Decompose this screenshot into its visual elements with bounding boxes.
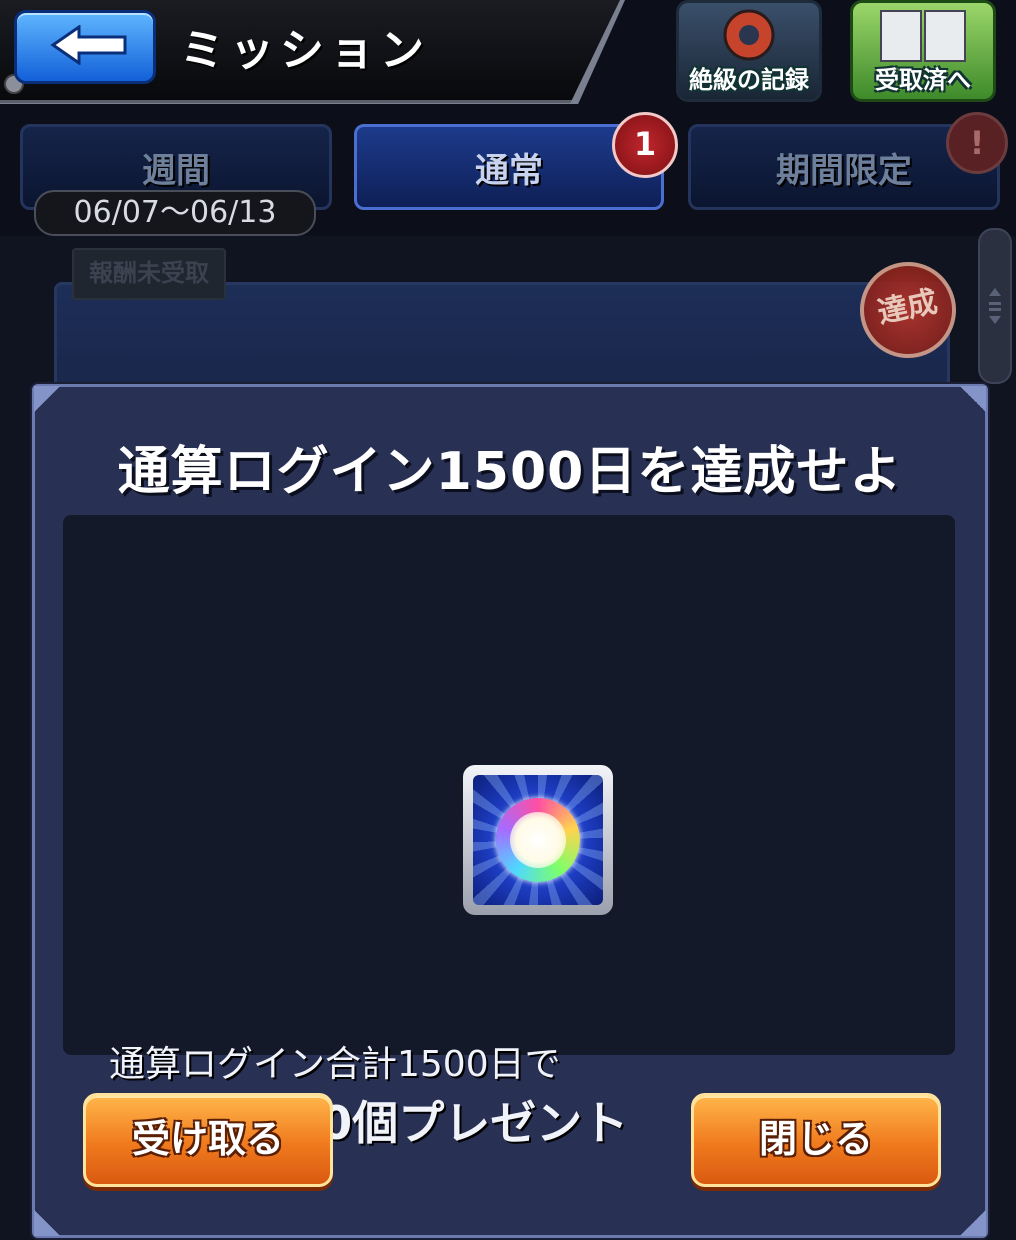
notification-badge: 1 bbox=[612, 112, 678, 178]
dialog-corner bbox=[960, 386, 986, 412]
dialog-corner bbox=[34, 1210, 60, 1236]
scrollbar[interactable] bbox=[978, 228, 1012, 384]
reward-background bbox=[473, 775, 603, 905]
orb-icon bbox=[496, 798, 580, 882]
scroll-grip-icon bbox=[989, 288, 1001, 324]
close-button[interactable]: 閉じる bbox=[691, 1093, 941, 1187]
record-button[interactable]: 絶級の記録 bbox=[676, 0, 822, 102]
back-arrow-icon bbox=[50, 25, 127, 65]
orb-highlight bbox=[510, 812, 566, 868]
record-label: 絶級の記録 bbox=[689, 66, 809, 94]
alert-badge: ! bbox=[946, 112, 1008, 174]
tab-weekly-label: 週間 bbox=[142, 151, 210, 191]
dialog-corner bbox=[34, 386, 60, 412]
reward-panel: 通算ログイン合計1500日で オーブを20個プレゼント bbox=[63, 515, 955, 1150]
received-button[interactable]: 受取済へ bbox=[850, 0, 996, 102]
weekly-period: 06/07〜06/13 bbox=[34, 190, 316, 236]
dialog-corner bbox=[960, 1210, 986, 1236]
received-label: 受取済へ bbox=[875, 66, 971, 94]
page-title: ミッション bbox=[180, 25, 430, 76]
back-button[interactable] bbox=[14, 10, 156, 84]
mission-dialog: 通算ログイン1500日を達成せよ 通算ログイン合計1500日で オーブを20個プ… bbox=[32, 384, 988, 1238]
reward-item bbox=[463, 765, 613, 915]
reward-description-line1: 通算ログイン合計1500日で bbox=[109, 1044, 561, 1085]
unreceived-filter-label: 報酬未受取 bbox=[72, 248, 226, 300]
receive-button[interactable]: 受け取る bbox=[83, 1093, 333, 1187]
dialog-title: 通算ログイン1500日を達成せよ bbox=[117, 442, 903, 502]
